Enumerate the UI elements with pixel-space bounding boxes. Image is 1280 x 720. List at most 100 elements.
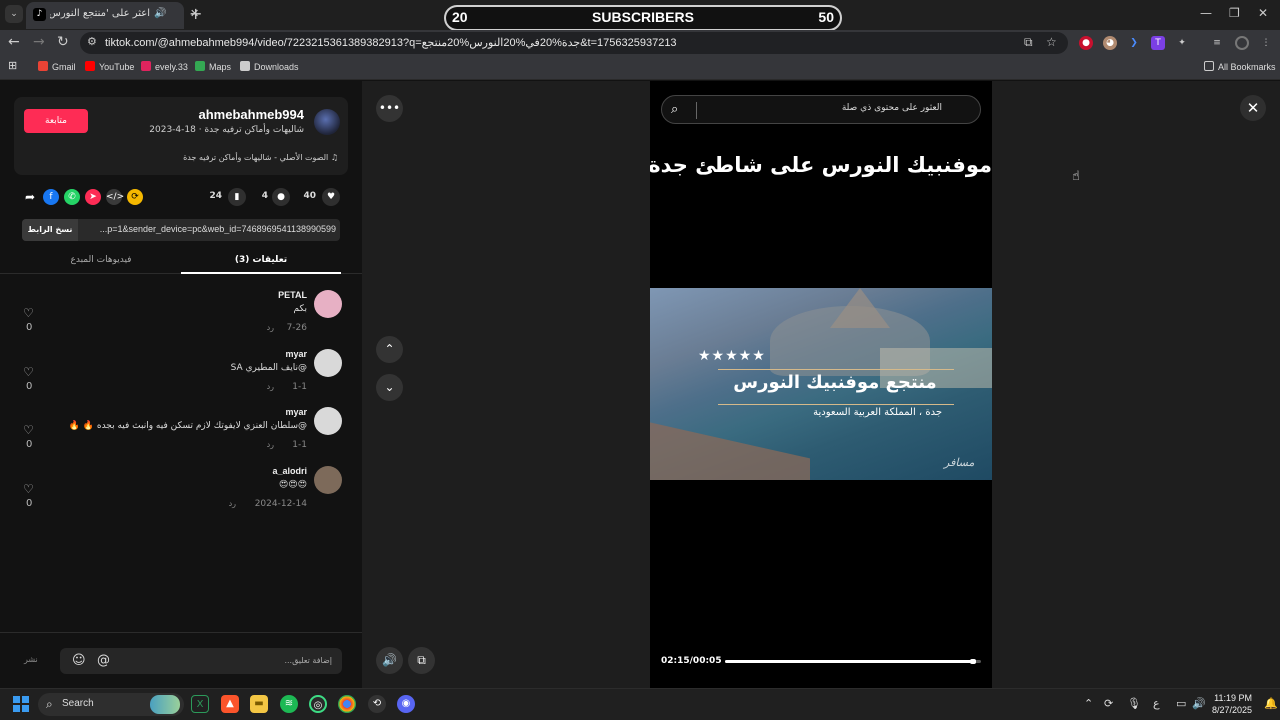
reply-button[interactable]: رد	[267, 323, 274, 332]
comment-heart-icon[interactable]: ♡	[23, 423, 34, 437]
facebook-icon[interactable]: f	[43, 189, 59, 205]
search-icon[interactable]: ⌕	[671, 102, 678, 117]
next-video-icon[interactable]: ⌄	[376, 374, 403, 401]
previous-video-icon[interactable]: ⌃	[376, 336, 403, 363]
tab-creator-videos[interactable]: فيديوهات المبدع	[21, 255, 181, 265]
more-options-icon[interactable]: •••	[376, 95, 403, 122]
comment-icon[interactable]: ●	[272, 188, 290, 206]
excel-icon[interactable]: X	[191, 695, 209, 713]
pip-icon[interactable]: ⧉	[408, 647, 435, 674]
bookmark-gmail[interactable]: Gmail	[38, 61, 76, 72]
address-bar[interactable]: ⚙ tiktok.com/@ahmebahmeb994/video/722321…	[80, 32, 1068, 54]
site-info-icon[interactable]: ⚙	[87, 35, 97, 48]
embed-icon[interactable]: </>	[106, 189, 124, 205]
reload-icon[interactable]: ↻	[57, 34, 69, 50]
comment-avatar[interactable]	[314, 466, 342, 494]
search-highlight-image	[150, 695, 180, 714]
browser-tab[interactable]: ♪ اعثر على 'منتجع النورس في 🔊 ✕	[26, 2, 199, 29]
reply-button[interactable]: رد	[267, 382, 274, 391]
reading-list-icon[interactable]: ≡	[1210, 36, 1224, 50]
subscriber-goal-bar: 20 SUBSCRIBERS 50	[444, 5, 842, 31]
reply-button[interactable]: رد	[229, 499, 236, 508]
cast-icon[interactable]: ⧉	[1024, 35, 1033, 50]
comment-avatar[interactable]	[314, 349, 342, 377]
heart-icon[interactable]: ♥	[322, 188, 340, 206]
input-language[interactable]: ع	[1153, 697, 1160, 710]
browser-menu-icon[interactable]: ⋮	[1259, 36, 1273, 50]
share-arrow-icon[interactable]: ➦	[22, 189, 38, 205]
copy-link-button[interactable]: نسخ الرابط	[22, 219, 78, 241]
comment-heart-icon[interactable]: ♡	[23, 306, 34, 320]
tray-app-icon[interactable]: ⟳	[1104, 697, 1113, 710]
comment-username[interactable]: PETAL	[278, 290, 307, 300]
comment-avatar[interactable]	[314, 407, 342, 435]
video-progress-bar[interactable]	[725, 659, 981, 664]
restore-button[interactable]: ❐	[1229, 6, 1240, 20]
bookmark-icon[interactable]: ▮	[228, 188, 246, 206]
bookmark-youtube[interactable]: YouTube	[85, 61, 134, 72]
minimize-button[interactable]: —	[1200, 6, 1212, 20]
forward-icon[interactable]: →	[33, 34, 45, 50]
comment-heart-icon[interactable]: ♡	[23, 482, 34, 496]
clock-time[interactable]: 11:19 PM	[1212, 693, 1252, 703]
reply-button[interactable]: رد	[267, 440, 274, 449]
app-circle-icon[interactable]: ◎	[309, 695, 327, 713]
windows-start-icon[interactable]	[13, 696, 29, 712]
bookmark-maps[interactable]: Maps	[195, 61, 231, 72]
app-grey-icon[interactable]: ⟲	[368, 695, 386, 713]
author-username[interactable]: ahmebahmeb994	[199, 107, 305, 122]
chrome-icon[interactable]	[338, 695, 356, 713]
extension-avatar-icon[interactable]: ◕	[1103, 36, 1117, 50]
bookmark-evely[interactable]: evely.33	[141, 61, 188, 72]
notifications-icon[interactable]: 🔔	[1264, 697, 1278, 710]
comment-avatar[interactable]	[314, 290, 342, 318]
new-tab-button[interactable]: +	[189, 4, 202, 23]
whatsapp-icon[interactable]: ✆	[64, 189, 80, 205]
discord-icon[interactable]: ◉	[397, 695, 415, 713]
tab-search-button[interactable]: ⌄	[5, 5, 23, 23]
mention-icon[interactable]: @	[97, 653, 110, 668]
volume-icon[interactable]: 🔊	[376, 647, 403, 674]
brave-icon[interactable]: ▲	[221, 695, 239, 713]
apps-grid-icon[interactable]: ⊞	[8, 59, 17, 72]
emoji-icon[interactable]: ☺	[72, 653, 86, 668]
video-progress-knob[interactable]	[969, 659, 976, 664]
audio-playing-icon[interactable]: 🔊	[154, 8, 166, 19]
bookmark-star-icon[interactable]: ☆	[1046, 35, 1057, 49]
comment-input[interactable]: ☺ @ إضافة تعليق...	[60, 648, 342, 674]
extensions-puzzle-icon[interactable]: ✦	[1175, 36, 1189, 50]
tab-comments[interactable]: تعليقات (3)	[181, 255, 341, 265]
comment-username[interactable]: a_alodri	[272, 466, 307, 476]
microphone-icon[interactable]: 🎙	[1127, 697, 1141, 710]
profile-icon[interactable]	[1235, 36, 1249, 50]
author-avatar[interactable]	[314, 109, 340, 135]
comment-heart-icon[interactable]: ♡	[23, 365, 34, 379]
comment-username[interactable]: myar	[285, 349, 307, 359]
clock-date[interactable]: 8/27/2025	[1206, 705, 1252, 715]
send-to-friends-icon[interactable]: ➤	[85, 189, 101, 205]
network-icon[interactable]: ▭	[1176, 697, 1186, 710]
window-close-button[interactable]: ✕	[1258, 6, 1268, 20]
bookmark-downloads[interactable]: Downloads	[240, 61, 299, 72]
all-bookmarks[interactable]: All Bookmarks	[1204, 61, 1276, 72]
follow-button[interactable]: متابعة	[24, 109, 88, 133]
repost-icon[interactable]: ⟳	[127, 189, 143, 205]
share-link-text[interactable]: ...p=1&sender_device=pc&web_id=746896954…	[82, 224, 336, 234]
subscriber-label: SUBSCRIBERS	[592, 9, 694, 25]
related-search-box[interactable]: ⌕ العثور على محتوى ذي صلة	[661, 95, 981, 124]
extension-blue-icon[interactable]: ❯	[1127, 36, 1141, 50]
extension-red-icon[interactable]: ●	[1079, 36, 1093, 50]
extension-purple-icon[interactable]: T	[1151, 36, 1165, 50]
sound-link[interactable]: ♫ الصوت الأصلي - شاليهات وأماكن ترفيه جد…	[183, 153, 338, 162]
file-explorer-icon[interactable]: ▬	[250, 695, 268, 713]
taskbar-search[interactable]: ⌕ Search	[38, 693, 184, 716]
close-icon[interactable]: ✕	[1240, 95, 1266, 121]
post-button[interactable]: نشر	[24, 655, 38, 664]
video-player[interactable]: ⌕ العثور على محتوى ذي صلة موفنبيك النورس…	[650, 81, 992, 688]
tray-overflow-icon[interactable]: ⌃	[1084, 697, 1093, 710]
volume-tray-icon[interactable]: 🔊	[1192, 697, 1206, 710]
back-icon[interactable]: ←	[8, 34, 20, 50]
spotify-icon[interactable]: ≋	[280, 695, 298, 713]
evely-icon	[141, 61, 151, 71]
comment-username[interactable]: myar	[285, 407, 307, 417]
